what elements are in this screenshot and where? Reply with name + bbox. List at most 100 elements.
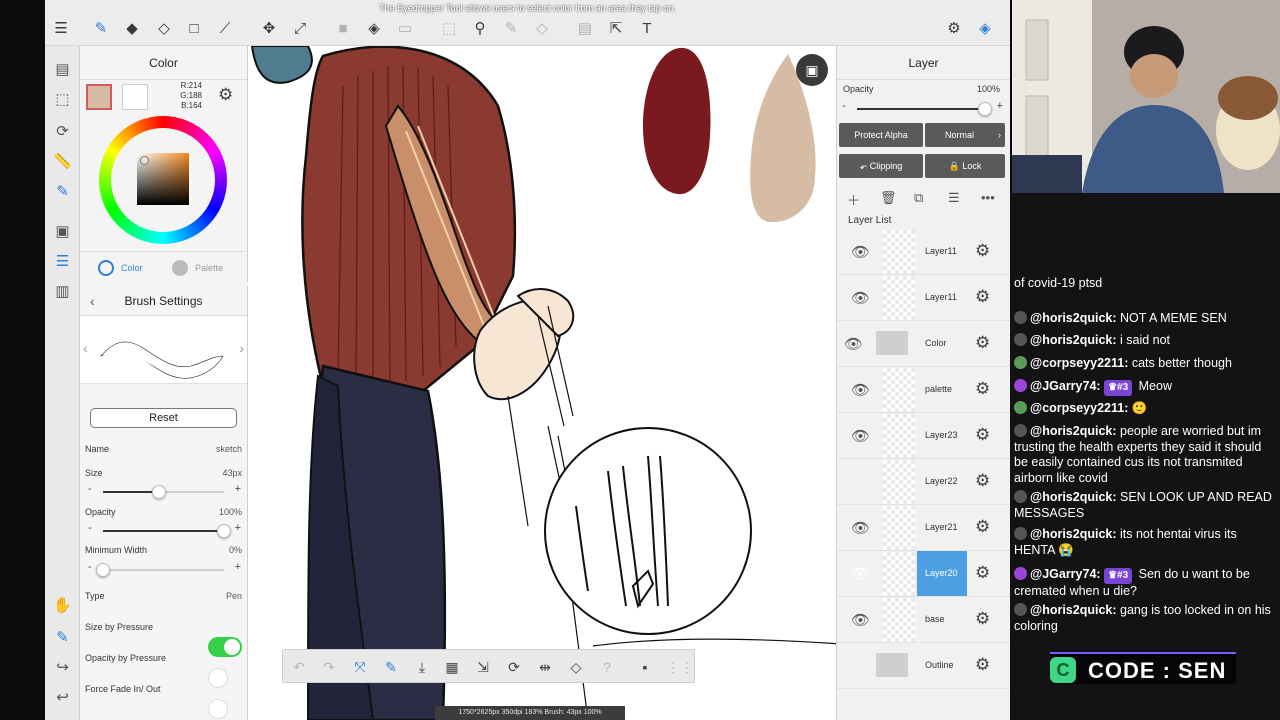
layer-row[interactable]: Layer22 ⚙ <box>837 459 1010 505</box>
duplicate-layer-icon[interactable]: ⧉ <box>914 190 923 206</box>
visibility-eye-icon[interactable]: 👁 <box>851 243 870 261</box>
visibility-eye-icon[interactable]: 👁 <box>851 519 870 537</box>
redo-icon[interactable]: ↷ <box>318 656 340 678</box>
undo-icon[interactable]: ↶ <box>288 656 310 678</box>
pen-settings-icon[interactable]: ✎ <box>50 178 75 203</box>
ruler-icon[interactable]: 📏 <box>50 148 75 173</box>
layer-row[interactable]: 👁 Layer21 ⚙ <box>837 505 1010 551</box>
add-layer-icon[interactable]: ＋ <box>847 190 860 209</box>
opacity-minus-button[interactable]: - <box>88 522 92 534</box>
clipping-button[interactable]: ⬐ Clipping <box>839 154 923 178</box>
hue-color-wheel[interactable] <box>99 116 227 244</box>
layer-row[interactable]: 👁 Layer11 ⚙ <box>837 275 1010 321</box>
undo-side-icon[interactable]: ↩ <box>50 684 75 709</box>
save-download-icon[interactable]: ⤓ <box>411 656 433 678</box>
layer-list-menu-icon[interactable]: ☰ <box>948 190 960 206</box>
minwidth-plus-button[interactable]: + <box>235 561 241 573</box>
text-tool-icon[interactable]: T <box>636 16 658 40</box>
foreground-color-swatch[interactable] <box>86 84 112 110</box>
visibility-eye-icon[interactable]: 👁 <box>851 427 870 445</box>
force-fade-toggle[interactable] <box>208 699 228 719</box>
drawing-canvas[interactable]: ▣ <box>248 46 836 720</box>
size-slider-handle[interactable] <box>151 485 166 499</box>
eyedropper-quick-icon[interactable]: ✎ <box>50 624 75 649</box>
opacity-slider[interactable]: - + <box>85 522 242 538</box>
visibility-eye-icon[interactable]: 👁 <box>851 611 870 629</box>
layer-row-folder[interactable]: 👁 Color ⚙ <box>837 321 1010 367</box>
color-swatch-icon[interactable]: ▣ <box>50 218 75 243</box>
tab-color[interactable]: Color <box>98 260 143 276</box>
type-value[interactable]: Pen <box>226 591 242 601</box>
palette-strip-icon[interactable]: ▥ <box>50 278 75 303</box>
color-settings-gear-icon[interactable]: ⚙ <box>218 85 233 105</box>
size-plus-button[interactable]: + <box>235 483 241 495</box>
back-chevron-icon[interactable]: ‹ <box>90 286 95 316</box>
next-brush-chevron-icon[interactable]: › <box>239 340 244 356</box>
bucket-tool-icon[interactable]: ◈ <box>363 16 385 40</box>
layer-settings-gear-icon[interactable]: ⚙ <box>975 655 990 675</box>
reset-button[interactable]: Reset <box>90 408 237 428</box>
eyedropper-tool-icon[interactable]: ⚲ <box>469 16 491 40</box>
layer-settings-gear-icon[interactable]: ⚙ <box>975 379 990 399</box>
gradient-tool-icon[interactable]: ▭ <box>394 16 416 40</box>
brush-name-value[interactable]: sketch <box>216 444 242 454</box>
snap-pen-icon[interactable]: ✎ <box>380 656 402 678</box>
prev-brush-chevron-icon[interactable]: ‹ <box>83 340 88 356</box>
visibility-eye-icon[interactable]: 👁 <box>851 289 870 307</box>
visibility-eye-icon[interactable]: 👁 <box>844 335 863 353</box>
clear-layer-icon[interactable]: ◇ <box>565 656 587 678</box>
select-eraser-icon[interactable]: ◇ <box>531 16 553 40</box>
materials-icon[interactable]: ⚙ <box>943 16 965 40</box>
rotate-canvas-icon[interactable]: ⟳ <box>503 656 525 678</box>
eraser-tool-icon[interactable]: ◆ <box>121 16 143 40</box>
protect-alpha-button[interactable]: Protect Alpha <box>839 123 923 147</box>
saturation-value-square[interactable] <box>137 153 189 205</box>
delete-layer-icon[interactable]: 🗑 <box>880 190 897 206</box>
layer-settings-gear-icon[interactable]: ⚙ <box>975 425 990 445</box>
layer-settings-gear-icon[interactable]: ⚙ <box>975 287 990 307</box>
select-lasso-icon[interactable]: ✎ <box>500 16 522 40</box>
operation-tool-icon[interactable]: ⇱ <box>605 16 627 40</box>
layer-row[interactable]: 👁 palette ⚙ <box>837 367 1010 413</box>
selection-icon[interactable]: ⬚ <box>50 86 75 111</box>
dot-eraser-icon[interactable]: ◇ <box>153 16 175 40</box>
blend-mode-button[interactable]: Normal › <box>925 123 1005 147</box>
size-minus-button[interactable]: - <box>88 483 92 495</box>
shape-tool-icon[interactable]: □ <box>183 16 205 40</box>
size-slider[interactable]: - + <box>85 483 242 499</box>
minwidth-slider[interactable]: - + <box>85 561 242 577</box>
visibility-eye-icon[interactable]: 👁 <box>851 565 870 583</box>
fullscreen-view-icon[interactable]: ▣ <box>796 54 828 86</box>
hand-tool-icon[interactable]: ✋ <box>50 592 75 617</box>
export-icon[interactable]: ⇲ <box>472 656 494 678</box>
more-grid-icon[interactable]: ⋮⋮ <box>666 656 694 678</box>
layer-opacity-minus-button[interactable]: - <box>842 100 846 112</box>
layer-opacity-slider[interactable]: - + <box>839 100 1004 116</box>
layer-settings-gear-icon[interactable]: ⚙ <box>975 241 990 261</box>
layer-row[interactable]: 👁 Layer11 ⚙ <box>837 229 1010 275</box>
grid-snap-icon[interactable]: ▦ <box>441 656 463 678</box>
minwidth-slider-handle[interactable] <box>96 563 110 577</box>
transform-tool-icon[interactable]: ⤢ <box>289 16 311 40</box>
move-tool-icon[interactable]: ✥ <box>258 16 280 40</box>
edit-icon[interactable]: ▪ <box>634 656 656 678</box>
tab-palette[interactable]: Palette <box>172 260 223 276</box>
lock-button[interactable]: 🔒 Lock <box>925 154 1005 178</box>
stabilizer-icon[interactable]: ⤧ <box>349 656 371 678</box>
select-rect-icon[interactable]: ⬚ <box>438 16 460 40</box>
layer-settings-gear-icon[interactable]: ⚙ <box>975 517 990 537</box>
layer-row-selected[interactable]: 👁 Layer20 ⚙ <box>837 551 1010 597</box>
layer-row[interactable]: 👁 base ⚙ <box>837 597 1010 643</box>
menu-icon[interactable]: ☰ <box>50 16 72 40</box>
redo-side-icon[interactable]: ↪ <box>50 654 75 679</box>
fill-color-icon[interactable]: ■ <box>332 16 354 40</box>
layer-settings-gear-icon[interactable]: ⚙ <box>975 563 990 583</box>
layer-more-icon[interactable]: ••• <box>981 190 995 205</box>
background-color-swatch[interactable] <box>122 84 148 110</box>
layer-settings-gear-icon[interactable]: ⚙ <box>975 471 990 491</box>
panel-frame-icon[interactable]: ▤ <box>574 16 596 40</box>
opacity-plus-button[interactable]: + <box>235 522 241 534</box>
brush-list-icon[interactable]: ☰ <box>50 248 75 273</box>
opacity-slider-handle[interactable] <box>217 524 231 538</box>
layer-settings-gear-icon[interactable]: ⚙ <box>975 609 990 629</box>
